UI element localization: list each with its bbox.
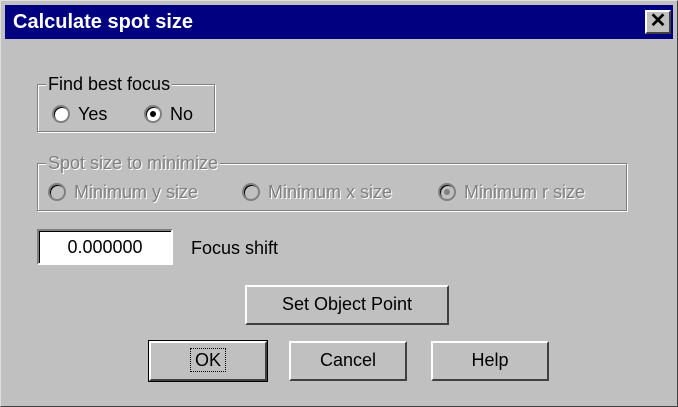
- spot-size-to-minimize-group: Spot size to minimize Minimum y size Min…: [37, 152, 627, 211]
- spot-size-legend: Spot size to minimize: [46, 152, 221, 174]
- minimum-r-size-radio[interactable]: Minimum r size: [438, 181, 585, 203]
- minimum-x-size-label: Minimum x size: [268, 182, 393, 202]
- minimum-y-size-radio[interactable]: Minimum y size: [48, 181, 198, 203]
- find-best-focus-legend: Find best focus: [46, 73, 173, 95]
- close-button[interactable]: ✕: [645, 10, 671, 34]
- best-focus-yes-radio[interactable]: Yes: [52, 103, 107, 125]
- cancel-label: Cancel: [319, 350, 377, 370]
- minimum-y-size-label: Minimum y size: [74, 182, 199, 202]
- set-object-point-label: Set Object Point: [281, 294, 413, 314]
- title-bar: Calculate spot size ✕: [5, 5, 673, 39]
- find-best-focus-group: Find best focus Yes No: [37, 73, 215, 132]
- radio-circle: [52, 105, 70, 123]
- help-label: Help: [471, 350, 509, 370]
- close-icon: ✕: [649, 10, 667, 32]
- radio-circle-checked: [438, 183, 456, 201]
- focus-shift-label: Focus shift: [191, 238, 279, 258]
- calculate-spot-size-dialog: Calculate spot size ✕ Find best focus Ye…: [0, 0, 678, 407]
- best-focus-yes-label: Yes: [78, 104, 108, 124]
- radio-circle-checked: [144, 105, 162, 123]
- focus-shift-input[interactable]: [37, 229, 173, 265]
- best-focus-no-label: No: [170, 104, 194, 124]
- dialog-title: Calculate spot size: [13, 11, 194, 33]
- help-button[interactable]: Help: [431, 341, 549, 381]
- radio-circle: [48, 183, 66, 201]
- radio-circle: [242, 183, 260, 201]
- cancel-button[interactable]: Cancel: [289, 341, 407, 381]
- ok-button[interactable]: OK: [148, 340, 268, 382]
- best-focus-no-radio[interactable]: No: [144, 103, 193, 125]
- minimum-x-size-radio[interactable]: Minimum x size: [242, 181, 392, 203]
- minimum-r-size-label: Minimum r size: [464, 182, 586, 202]
- set-object-point-button[interactable]: Set Object Point: [245, 285, 449, 325]
- ok-label: OK: [189, 348, 226, 372]
